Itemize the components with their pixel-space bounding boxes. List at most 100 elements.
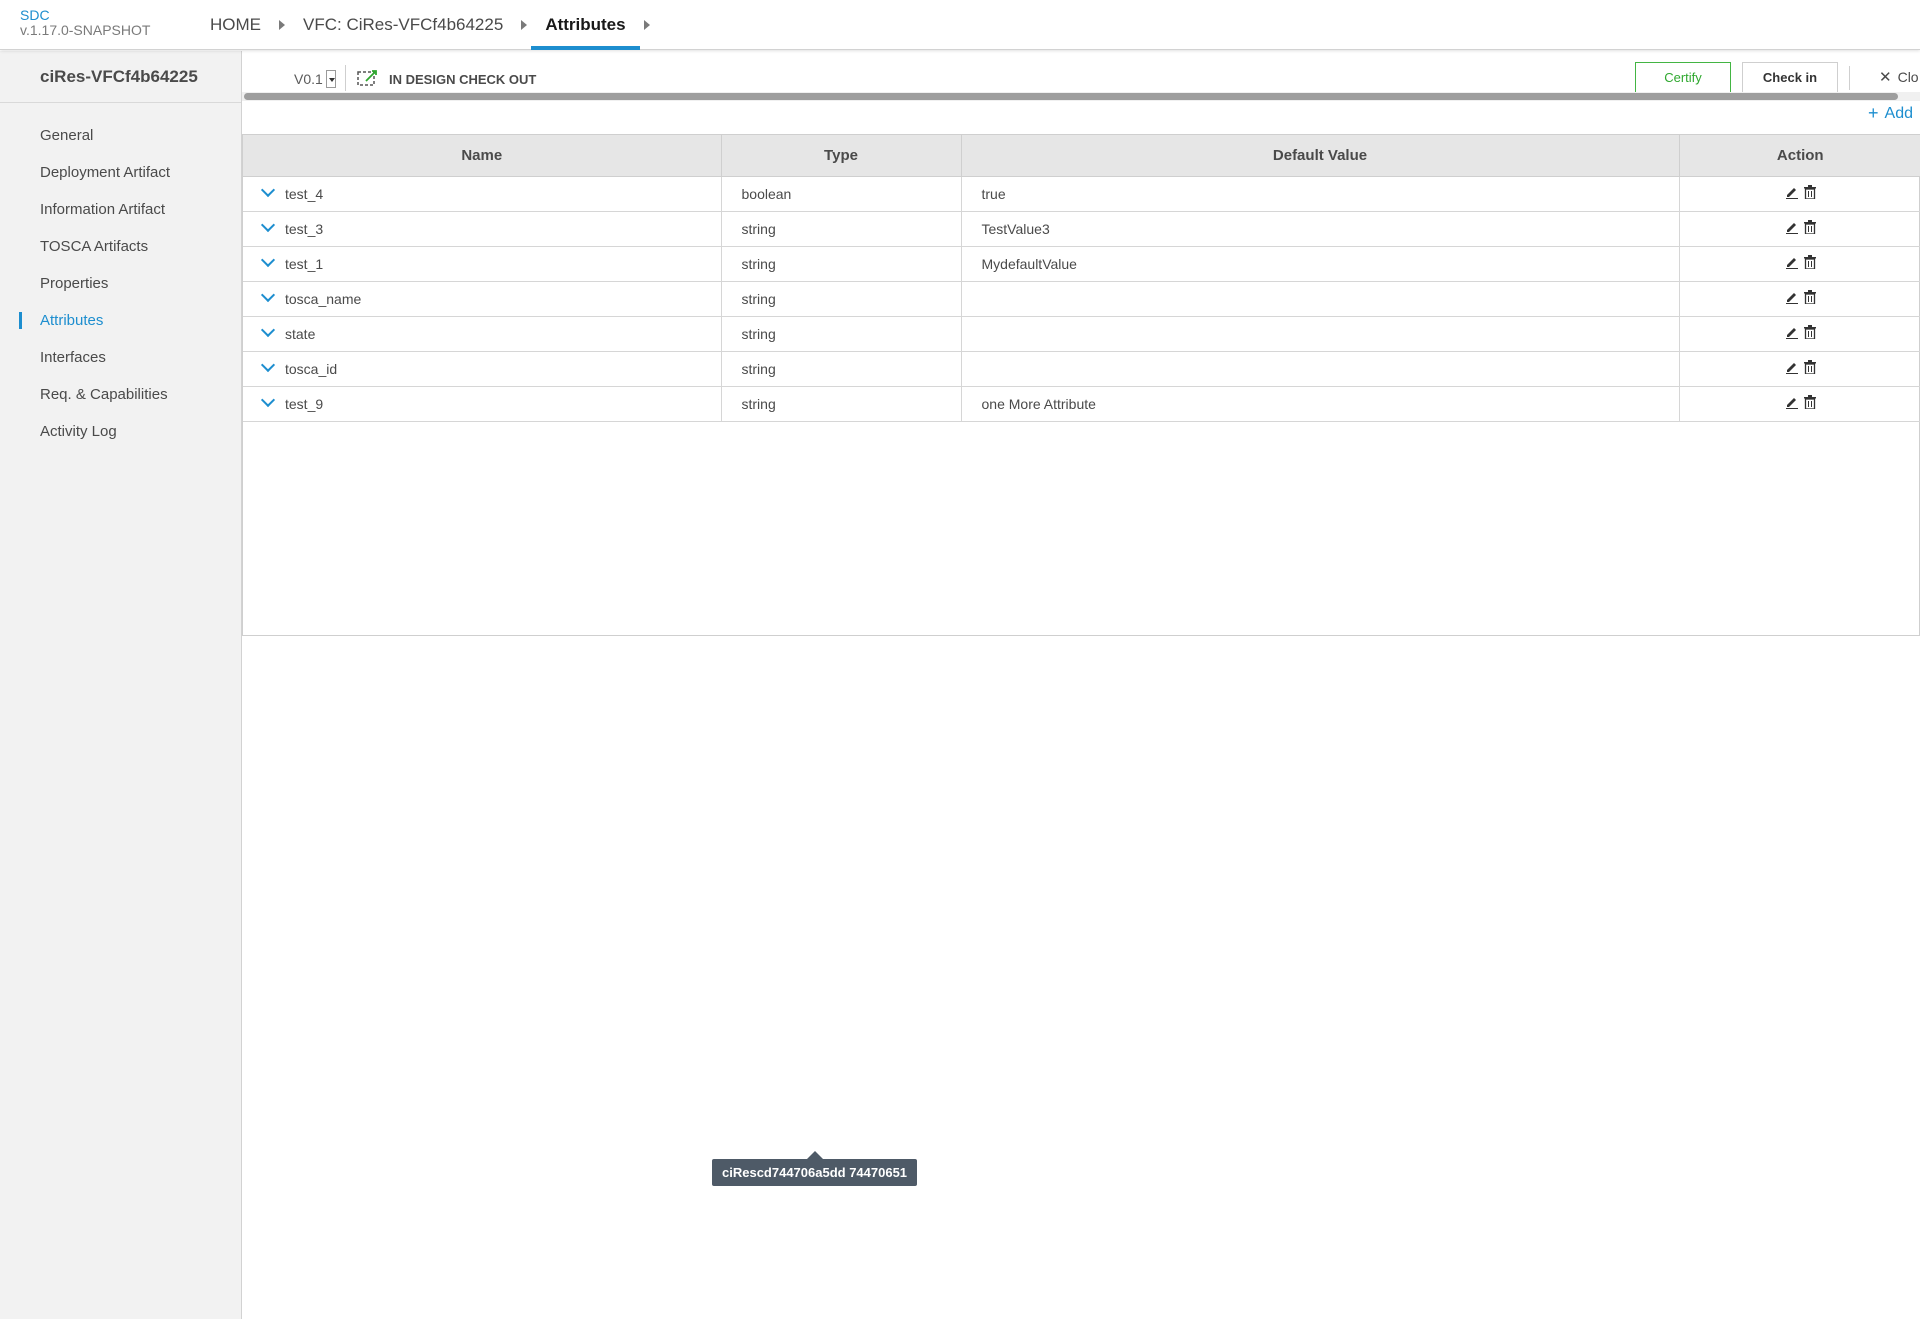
cell-default-value <box>961 316 1680 352</box>
cell-name: test_4 <box>243 176 722 212</box>
check-in-button[interactable]: Check in <box>1742 62 1838 92</box>
cell-type: string <box>721 316 962 352</box>
top-header: SDC v.1.17.0-SNAPSHOT HOME VFC: CiRes-VF… <box>0 0 1920 50</box>
table-body: test_4 boolean true test_3 string TestValue3 t… <box>243 176 1920 422</box>
brand[interactable]: SDC v.1.17.0-SNAPSHOT <box>20 8 150 38</box>
cell-action <box>1679 246 1920 282</box>
cell-default-value: TestValue3 <box>961 211 1680 247</box>
breadcrumb-arrow-icon[interactable] <box>279 20 285 30</box>
attribute-name[interactable]: tosca_id <box>285 361 337 377</box>
cell-name: test_9 <box>243 386 722 422</box>
column-header-action: Action <box>1679 135 1920 177</box>
chevron-down-icon[interactable] <box>260 392 276 407</box>
chevron-down-icon[interactable] <box>260 217 276 232</box>
breadcrumb-vfc[interactable]: VFC: CiRes-VFCf4b64225 <box>289 0 517 50</box>
cell-action <box>1679 176 1920 212</box>
edit-icon[interactable] <box>1785 395 1799 409</box>
chevron-down-icon[interactable] <box>260 322 276 337</box>
divider <box>1849 66 1850 90</box>
certify-button[interactable]: Certify <box>1635 62 1731 92</box>
close-button[interactable]: ✕ Clo <box>1879 68 1919 86</box>
column-header-default-value[interactable]: Default Value <box>961 135 1680 177</box>
table-row: state string <box>243 316 1920 352</box>
horizontal-scrollbar[interactable] <box>242 92 1920 101</box>
sidebar-item-attributes[interactable]: Attributes <box>0 302 241 339</box>
plus-icon: + <box>1868 103 1879 123</box>
attribute-name[interactable]: state <box>285 326 315 342</box>
attribute-name[interactable]: test_1 <box>285 256 323 272</box>
sidebar-title: ciRes-VFCf4b64225 <box>0 51 241 103</box>
edit-icon[interactable] <box>1785 220 1799 234</box>
attribute-name[interactable]: tosca_name <box>285 291 361 307</box>
close-label: Clo <box>1897 69 1919 85</box>
cell-type: string <box>721 351 962 387</box>
sidebar-item-req-capabilities[interactable]: Req. & Capabilities <box>0 376 241 413</box>
breadcrumb-attributes[interactable]: Attributes <box>531 0 640 50</box>
trash-icon[interactable] <box>1803 290 1816 304</box>
sidebar-item-information-artifact[interactable]: Information Artifact <box>0 191 241 228</box>
trash-icon[interactable] <box>1803 255 1816 269</box>
edit-icon[interactable] <box>1785 290 1799 304</box>
cell-type: string <box>721 211 962 247</box>
table-row: test_3 string TestValue3 <box>243 211 1920 247</box>
cell-default-value <box>961 281 1680 317</box>
row-actions <box>1785 220 1816 234</box>
sidebar-item-general[interactable]: General <box>0 117 241 154</box>
attribute-name[interactable]: test_3 <box>285 221 323 237</box>
add-label: Add <box>1884 104 1913 122</box>
cell-default-value: MydefaultValue <box>961 246 1680 282</box>
attributes-grid: Name Type Default Value Action test_4 boo… <box>243 135 1920 422</box>
edit-icon[interactable] <box>1785 360 1799 374</box>
table-row: tosca_id string <box>243 351 1920 387</box>
column-header-type[interactable]: Type <box>721 135 962 177</box>
scrollbar-thumb[interactable] <box>244 93 1898 100</box>
attribute-name[interactable]: test_4 <box>285 186 323 202</box>
sidebar-item-interfaces[interactable]: Interfaces <box>0 339 241 376</box>
trash-icon[interactable] <box>1803 360 1816 374</box>
row-actions <box>1785 395 1816 409</box>
table-row: tosca_name string <box>243 281 1920 317</box>
row-actions <box>1785 185 1816 199</box>
row-actions <box>1785 325 1816 339</box>
cell-name: tosca_id <box>243 351 722 387</box>
sidebar-item-properties[interactable]: Properties <box>0 265 241 302</box>
breadcrumb: HOME VFC: CiRes-VFCf4b64225 Attributes <box>196 0 654 50</box>
dropdown-caret-icon[interactable] <box>325 70 336 88</box>
edit-icon[interactable] <box>1785 325 1799 339</box>
breadcrumb-arrow-icon[interactable] <box>521 20 528 30</box>
attributes-table: Name Type Default Value Action test_4 boo… <box>242 134 1920 636</box>
chevron-down-icon[interactable] <box>260 182 276 197</box>
trash-icon[interactable] <box>1803 185 1816 199</box>
version-value: V0.1 <box>294 71 323 87</box>
trash-icon[interactable] <box>1803 325 1816 339</box>
divider <box>345 65 346 91</box>
cell-default-value <box>961 351 1680 387</box>
checkout-icon <box>357 69 381 90</box>
cell-type: boolean <box>721 176 962 212</box>
chevron-down-icon[interactable] <box>260 252 276 267</box>
edit-icon[interactable] <box>1785 185 1799 199</box>
trash-icon[interactable] <box>1803 220 1816 234</box>
chevron-down-icon[interactable] <box>260 287 276 302</box>
cell-name: tosca_name <box>243 281 722 317</box>
row-actions <box>1785 255 1816 269</box>
row-actions <box>1785 290 1816 304</box>
breadcrumb-home[interactable]: HOME <box>196 0 275 50</box>
version-select[interactable]: V0.1 <box>294 70 336 88</box>
edit-icon[interactable] <box>1785 255 1799 269</box>
trash-icon[interactable] <box>1803 395 1816 409</box>
sidebar-item-tosca-artifacts[interactable]: TOSCA Artifacts <box>0 228 241 265</box>
lifecycle-status: IN DESIGN CHECK OUT <box>357 69 536 90</box>
cell-name: state <box>243 316 722 352</box>
cell-type: string <box>721 281 962 317</box>
cell-name: test_3 <box>243 211 722 247</box>
breadcrumb-arrow-icon[interactable] <box>643 20 650 30</box>
app-version: v.1.17.0-SNAPSHOT <box>20 22 151 38</box>
attribute-name[interactable]: test_9 <box>285 396 323 412</box>
column-header-name[interactable]: Name <box>243 135 722 177</box>
add-attribute-button[interactable]: + Add <box>1868 103 1913 124</box>
sidebar-item-deployment-artifact[interactable]: Deployment Artifact <box>0 154 241 191</box>
chevron-down-icon[interactable] <box>260 357 276 372</box>
table-row: test_1 string MydefaultValue <box>243 246 1920 282</box>
sidebar-item-activity-log[interactable]: Activity Log <box>0 413 241 450</box>
